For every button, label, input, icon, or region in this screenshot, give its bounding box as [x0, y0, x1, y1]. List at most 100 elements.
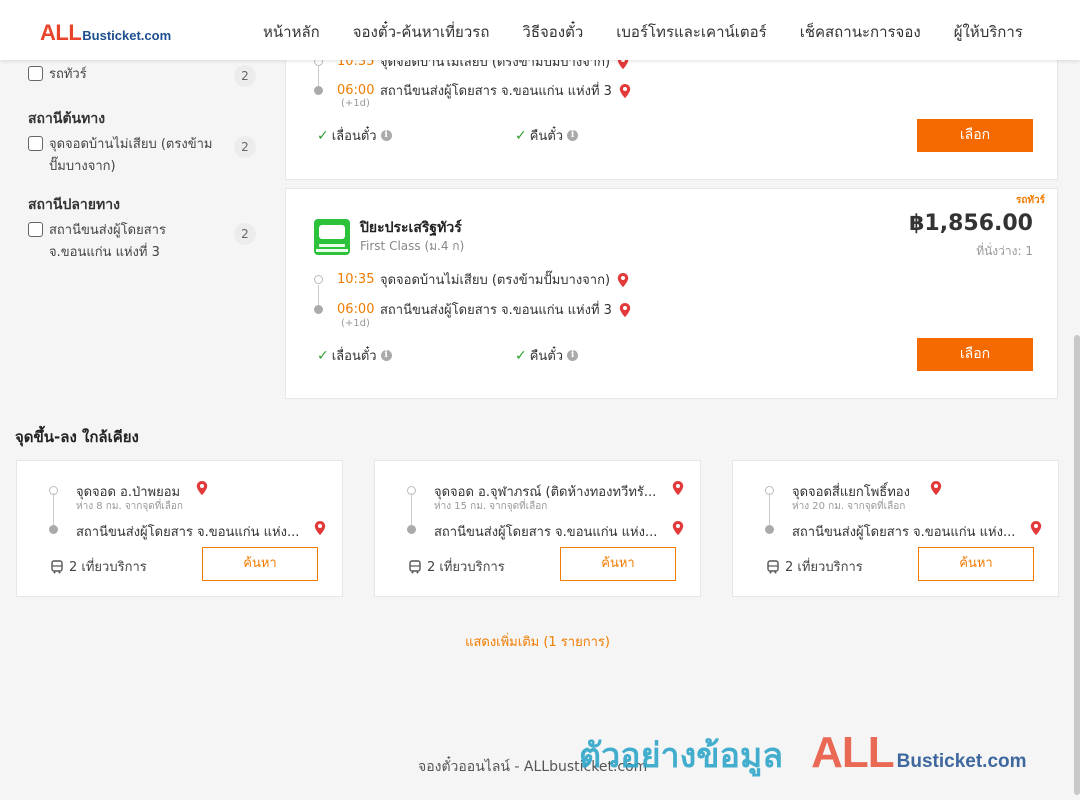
- arrival-time: 06:00: [337, 83, 375, 98]
- map-pin-icon[interactable]: [195, 480, 209, 496]
- map-pin-icon[interactable]: [1029, 520, 1043, 536]
- filter-destination[interactable]: สถานีขนส่งผู้โดยสาร จ.ขอนแก่น แห่งที่ 3 …: [28, 220, 256, 264]
- nearby-distance: ห่าง 20 กม. จากจุดที่เลือก: [792, 501, 906, 512]
- check-icon: ✓: [317, 347, 329, 364]
- filter-origin-label: จุดจอดบ้านไม่เสียบ (ตรงข้ามปั๊มบางจาก): [49, 137, 213, 174]
- origin-checkbox[interactable]: [28, 136, 43, 151]
- nearby-destination: สถานีขนส่งผู้โดยสาร จ.ขอนแก่น แห่ง...: [792, 525, 1016, 540]
- feature-refund-label: คืนตั๋ว: [529, 129, 564, 144]
- map-pin-icon[interactable]: [616, 272, 630, 288]
- arrival-time: 06:00: [337, 302, 375, 317]
- top-header: ALL Busticket.com หน้าหลัก จองตั๋ว-ค้นหา…: [0, 0, 1080, 60]
- route-line: [769, 493, 770, 527]
- page-scrollbar[interactable]: [1074, 335, 1080, 795]
- bus-icon: [409, 559, 421, 573]
- watermark-logo-busticket: Busticket.com: [896, 751, 1027, 772]
- check-icon: ✓: [515, 127, 527, 144]
- next-day-label: (+1d): [341, 98, 370, 109]
- filter-origin-count: 2: [234, 136, 256, 158]
- map-pin-icon[interactable]: [671, 480, 685, 496]
- nav-operators[interactable]: ผู้ให้บริการ: [954, 20, 1023, 44]
- watermark-sample-text: ตัวอย่างข้อมูล: [579, 736, 784, 776]
- trip-price: ฿1,856.00: [909, 211, 1033, 236]
- map-pin-icon[interactable]: [929, 480, 943, 496]
- trip-count-label: 2 เที่ยวบริการ: [427, 560, 505, 575]
- nav-booking-search[interactable]: จองตั๋ว-ค้นหาเที่ยวรถ: [353, 20, 490, 44]
- feature-reschedule: ✓ เลื่อนตั๋ว i: [317, 345, 392, 366]
- show-more-link[interactable]: แสดงเพิ่มเติม (1 รายการ): [0, 631, 1075, 652]
- nearby-search-button[interactable]: ค้นหา: [560, 547, 676, 581]
- destination-checkbox[interactable]: [28, 222, 43, 237]
- bus-icon: [51, 559, 63, 573]
- check-icon: ✓: [317, 127, 329, 144]
- seat-class: First Class (ม.4 ก): [360, 239, 465, 253]
- nearby-search-button[interactable]: ค้นหา: [918, 547, 1034, 581]
- trip-count-label: 2 เที่ยวบริการ: [785, 560, 863, 575]
- bus-type-tag: รถทัวร์: [1015, 195, 1045, 206]
- site-logo[interactable]: ALL Busticket.com: [40, 20, 171, 46]
- departure-stop: 10:35 จุดจอดบ้านไม่เสียบ (ตรงข้ามปั๊มบาง…: [314, 269, 630, 290]
- nearby-destination: สถานีขนส่งผู้โดยสาร จ.ขอนแก่น แห่ง...: [434, 525, 658, 540]
- filter-destination-label: สถานีขนส่งผู้โดยสาร จ.ขอนแก่น แห่งที่ 3: [49, 223, 166, 260]
- destination-dot: [407, 525, 416, 534]
- map-pin-icon[interactable]: [671, 520, 685, 536]
- operator-logo: [314, 219, 350, 255]
- departure-time: 10:35: [337, 272, 375, 287]
- filter-tour-label: รถทัวร์: [49, 67, 87, 82]
- trip-count: 2 เที่ยวบริการ: [408, 556, 505, 577]
- nav-phone-counters[interactable]: เบอร์โทรและเคาน์เตอร์: [616, 20, 766, 44]
- bus-icon: [767, 559, 779, 573]
- main-nav: หน้าหลัก จองตั๋ว-ค้นหาเที่ยวรถ วิธีจองตั…: [263, 20, 1056, 44]
- logo-busticket: Busticket.com: [82, 28, 172, 43]
- nav-check-status[interactable]: เช็คสถานะการจอง: [800, 20, 921, 44]
- feature-refund: ✓ คืนตั๋ว i: [515, 125, 579, 146]
- select-trip-button[interactable]: เลือก: [917, 338, 1033, 371]
- route-line: [411, 493, 412, 527]
- map-pin-icon[interactable]: [618, 83, 632, 99]
- origin-filter-title: สถานีต้นทาง: [28, 111, 106, 127]
- arrival-stop: 06:00 สถานีขนส่งผู้โดยสาร จ.ขอนแก่น แห่ง…: [314, 299, 632, 320]
- destination-dot: [49, 525, 58, 534]
- seats-available: ที่นั่งว่าง: 1: [976, 244, 1033, 258]
- info-icon[interactable]: i: [567, 130, 579, 141]
- filter-tour-count: 2: [234, 65, 256, 87]
- destination-dot: [765, 525, 774, 534]
- logo-all: ALL: [40, 20, 82, 45]
- nearby-stop-card: จุดจอดสี่แยกโพธิ์ทอง ห่าง 20 กม. จากจุดท…: [732, 460, 1059, 597]
- route-line: [53, 493, 54, 527]
- select-trip-button[interactable]: เลือก: [917, 119, 1033, 152]
- trip-count-label: 2 เที่ยวบริการ: [69, 560, 147, 575]
- tour-checkbox[interactable]: [28, 66, 43, 81]
- check-icon: ✓: [515, 347, 527, 364]
- info-icon[interactable]: i: [567, 350, 579, 361]
- destination-filter-title: สถานีปลายทาง: [28, 197, 120, 213]
- arrival-dot: [314, 305, 323, 314]
- info-icon[interactable]: i: [380, 350, 392, 361]
- trip-count: 2 เที่ยวบริการ: [766, 556, 863, 577]
- trip-count: 2 เที่ยวบริการ: [50, 556, 147, 577]
- arrival-stop-name: สถานีขนส่งผู้โดยสาร จ.ขอนแก่น แห่งที่ 3: [380, 84, 612, 99]
- nav-how-to-book[interactable]: วิธีจองตั๋ว: [522, 20, 583, 44]
- nearby-stop-card: จุดจอด อ.จุฬาภรณ์ (ติดห้างทองทวีทรั... ห…: [374, 460, 701, 597]
- map-pin-icon[interactable]: [618, 302, 632, 318]
- feature-reschedule-label: เลื่อนตั๋ว: [331, 349, 377, 364]
- watermark-logo-all: ALL: [811, 728, 895, 777]
- departure-stop-name: จุดจอดบ้านไม่เสียบ (ตรงข้ามปั๊มบางจาก): [380, 273, 611, 288]
- filter-tour[interactable]: รถทัวร์ 2: [28, 64, 256, 87]
- arrival-stop-name: สถานีขนส่งผู้โดยสาร จ.ขอนแก่น แห่งที่ 3: [380, 303, 612, 318]
- feature-refund: ✓ คืนตั๋ว i: [515, 345, 579, 366]
- departure-dot: [314, 275, 323, 284]
- feature-refund-label: คืนตั๋ว: [529, 349, 564, 364]
- feature-reschedule-label: เลื่อนตั๋ว: [331, 129, 377, 144]
- watermark: ตัวอย่างข้อมูล ALL Busticket.com: [579, 728, 1027, 782]
- nearby-search-button[interactable]: ค้นหา: [202, 547, 318, 581]
- trip-card: รถทัวร์ ปิยะประเสริฐทัวร์ First Class (ม…: [285, 188, 1058, 399]
- nearby-distance: ห่าง 15 กม. จากจุดที่เลือก: [434, 501, 548, 512]
- info-icon[interactable]: i: [380, 130, 392, 141]
- feature-reschedule: ✓ เลื่อนตั๋ว i: [317, 125, 392, 146]
- map-pin-icon[interactable]: [313, 520, 327, 536]
- filter-origin[interactable]: จุดจอดบ้านไม่เสียบ (ตรงข้ามปั๊มบางจาก) 2: [28, 134, 256, 178]
- nearby-distance: ห่าง 8 กม. จากจุดที่เลือก: [76, 501, 183, 512]
- next-day-label: (+1d): [341, 318, 370, 329]
- nav-home[interactable]: หน้าหลัก: [263, 20, 320, 44]
